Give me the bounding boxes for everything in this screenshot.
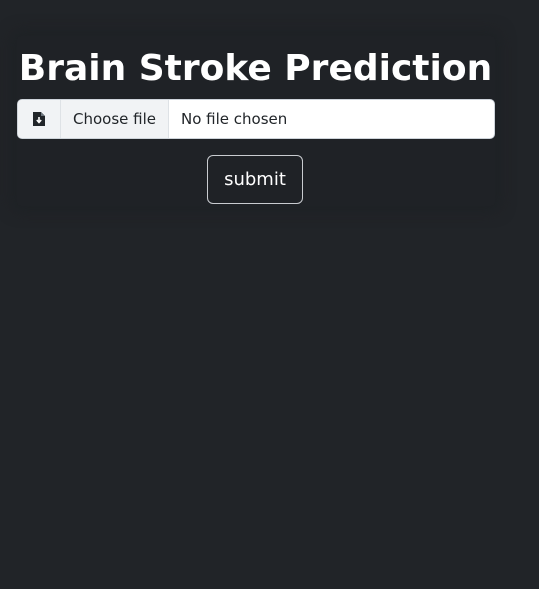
page: Brain Stroke Prediction Choose file No f… [0,0,539,589]
submit-button[interactable]: submit [207,155,303,204]
file-input-group[interactable]: Choose file No file chosen [17,99,495,139]
file-download-icon[interactable] [18,100,61,138]
file-status-text: No file chosen [181,110,288,128]
choose-file-button[interactable]: Choose file [61,100,169,138]
page-title: Brain Stroke Prediction [18,48,493,89]
file-download-icon-graphic [33,112,45,126]
